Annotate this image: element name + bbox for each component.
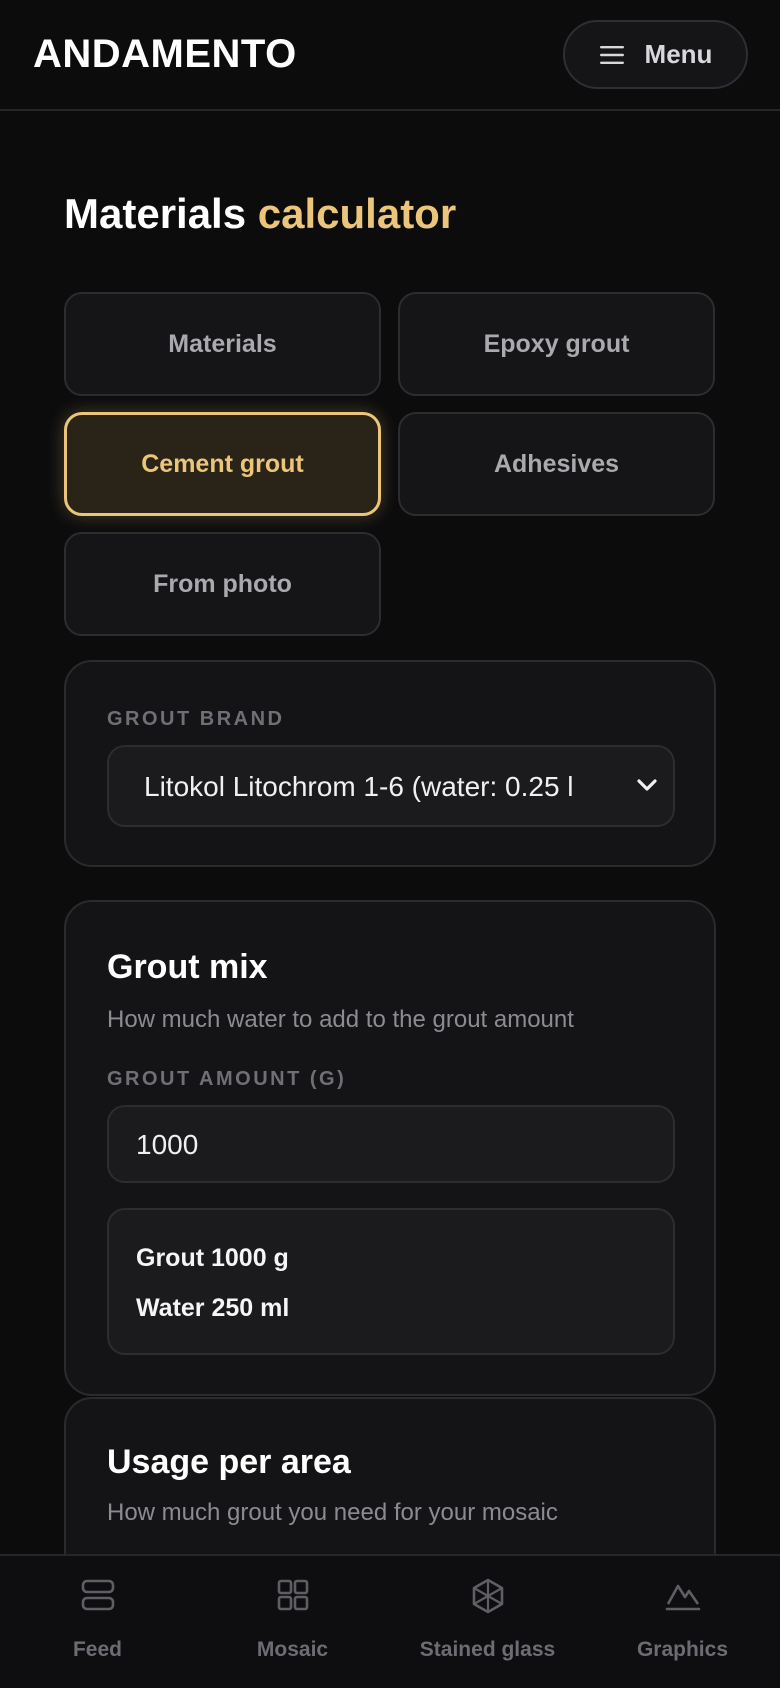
bottom-navigation: Feed Mosaic Stained glass Graphics	[0, 1554, 780, 1688]
tab-cement-grout[interactable]: Cement grout	[64, 412, 381, 516]
stained-glass-icon	[471, 1578, 505, 1619]
result-grout-amount: Grout 1000 g	[136, 1244, 289, 1272]
grout-mix-card: Grout mix How much water to add to the g…	[64, 900, 716, 1396]
page-title-accent: calculator	[257, 190, 457, 237]
nav-label-feed: Feed	[72, 1638, 122, 1661]
grout-mix-title: Grout mix	[107, 948, 268, 986]
grout-amount-input[interactable]: 1000	[107, 1105, 675, 1183]
nav-item-graphics[interactable]: Graphics	[585, 1556, 780, 1688]
menu-button-label: Menu	[644, 39, 713, 69]
tab-epoxy-grout[interactable]: Epoxy grout	[398, 292, 715, 396]
hamburger-icon	[599, 45, 625, 65]
chevron-down-icon	[635, 776, 659, 799]
result-water-amount: Water 250 ml	[136, 1294, 290, 1322]
usage-per-area-title: Usage per area	[107, 1443, 351, 1481]
page-title: Materials calculator	[64, 190, 456, 238]
nav-item-stained-glass[interactable]: Stained glass	[390, 1556, 585, 1688]
usage-per-area-subtitle: How much grout you need for your mosaic	[107, 1499, 558, 1526]
nav-item-feed[interactable]: Feed	[0, 1556, 195, 1688]
nav-item-mosaic[interactable]: Mosaic	[195, 1556, 390, 1688]
page-title-main: Materials	[64, 190, 247, 237]
mosaic-icon	[276, 1578, 310, 1617]
grout-mix-result: Grout 1000 g Water 250 ml	[107, 1208, 675, 1355]
grout-brand-card: GROUT BRAND Litokol Litochrom 1-6 (water…	[64, 660, 716, 867]
tab-materials[interactable]: Materials	[64, 292, 381, 396]
tab-adhesives[interactable]: Adhesives	[398, 412, 715, 516]
nav-label-mosaic: Mosaic	[256, 1638, 329, 1661]
nav-label-stained-glass: Stained glass	[419, 1638, 556, 1661]
tab-from-photo[interactable]: From photo	[64, 532, 381, 636]
menu-button[interactable]: Menu	[563, 20, 748, 89]
grout-brand-label: GROUT BRAND	[107, 708, 285, 730]
grout-amount-label: GROUT AMOUNT (G)	[107, 1068, 347, 1090]
materials-calculator-page: ANDAMENTO Menu Materials calculator Mate…	[0, 0, 780, 1688]
grout-brand-selected-value: Litokol Litochrom 1-6 (water: 0.25 l	[144, 771, 574, 802]
site-logo[interactable]: ANDAMENTO	[33, 32, 297, 77]
feed-icon	[81, 1578, 115, 1617]
nav-label-graphics: Graphics	[636, 1638, 729, 1661]
top-header: ANDAMENTO Menu	[0, 0, 780, 111]
grout-mix-subtitle: How much water to add to the grout amoun…	[107, 1006, 574, 1033]
graphics-icon	[665, 1578, 701, 1617]
grout-brand-select[interactable]: Litokol Litochrom 1-6 (water: 0.25 l	[107, 745, 675, 827]
